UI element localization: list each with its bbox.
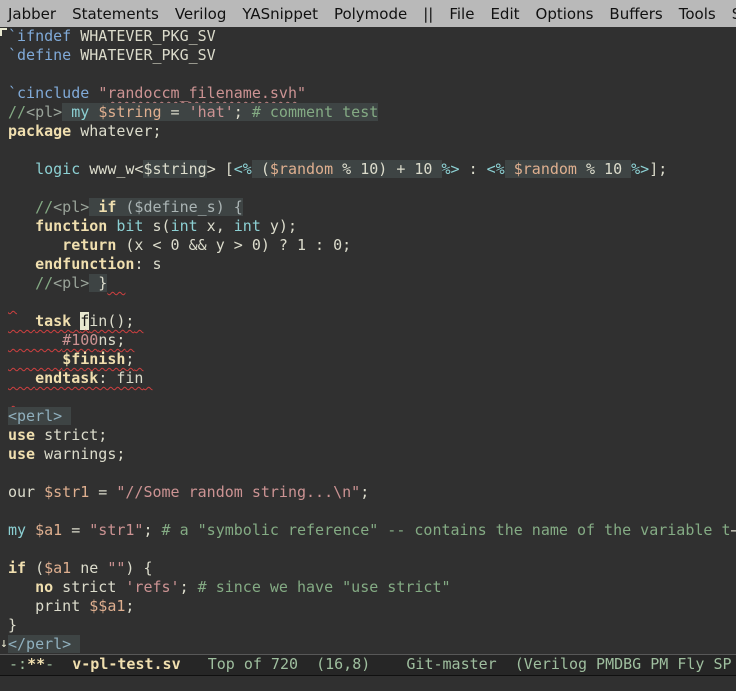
menu-bar: JabberStatementsVerilogYASnippetPolymode… [0,0,736,27]
code-line[interactable]: my $a1 = "str1"; # a "symbolic reference… [8,521,736,540]
code-line[interactable]: `define WHATEVER_PKG_SV [8,46,736,65]
echo-area[interactable]: (verilog-mode) type:host span:348-411 cl… [0,676,736,691]
mode-line-segment: - [45,655,72,673]
code-line[interactable]: return (x < 0 && y > 0) ? 1 : 0; [8,236,736,255]
code-line[interactable]: our $str1 = "//Some random string...\n"; [8,483,736,502]
code-line[interactable]: #100ns; [8,331,736,350]
code-line[interactable]: if ($a1 ne "") { [8,559,736,578]
code-line[interactable]: } [8,616,736,635]
code-line[interactable]: task fin(); [8,312,736,331]
code-line[interactable]: logic www_w<$string> [<% ($random % 10) … [8,160,736,179]
code-line[interactable] [8,65,736,84]
code-line[interactable]: //<pl> my $string = 'hat'; # comment tes… [8,103,736,122]
code-line[interactable] [8,293,736,312]
mode-line-segment: ** [27,655,45,673]
code-line[interactable] [8,540,736,559]
menu-item-options[interactable]: Options [528,5,602,23]
mode-line[interactable]: -:**- v-pl-test.sv Top of 720 (16,8) Git… [0,654,736,676]
code-line[interactable]: function bit s(int x, int y); [8,217,736,236]
code-line[interactable] [8,464,736,483]
code-line[interactable]: package whatever; [8,122,736,141]
code-line[interactable]: endfunction: s [8,255,736,274]
buffer-boundary-icon [0,28,7,36]
code-line[interactable] [8,179,736,198]
mode-line-segment: v-pl-test.sv [72,655,180,673]
menu-item-separator[interactable]: || [415,5,441,23]
code-line[interactable]: $finish; [8,350,736,369]
menu-item-jabber[interactable]: Jabber [0,5,64,23]
menu-item-edit[interactable]: Edit [482,5,527,23]
code-line[interactable]: use strict; [8,426,736,445]
code-area[interactable]: ↓ `ifndef WHATEVER_PKG_SV`define WHATEVE… [0,27,736,654]
code-line[interactable]: `ifndef WHATEVER_PKG_SV [8,27,736,46]
code-line[interactable] [8,388,736,407]
code-line[interactable] [8,502,736,521]
code-line[interactable]: `cinclude "randoccm_filename.svh" [8,84,736,103]
code-line[interactable] [8,141,736,160]
code-line[interactable]: //<pl> } [8,274,736,293]
menu-item-tools[interactable]: Tools [671,5,724,23]
text-cursor: f [80,312,89,330]
mode-line-segment: Top of 720 (16,8) Git-master (Verilog PM… [181,655,732,673]
menu-item-statements[interactable]: Statements [64,5,167,23]
code-line[interactable]: print $$a1; [8,597,736,616]
menu-item-verilog[interactable]: Verilog [167,5,235,23]
code-line[interactable]: </perl> [8,635,736,654]
code-line[interactable]: use warnings; [8,445,736,464]
menu-item-search[interactable]: Search [724,5,736,23]
menu-item-polymode[interactable]: Polymode [326,5,415,23]
mode-line-segment: -: [0,655,27,673]
menu-item-file[interactable]: File [441,5,482,23]
menu-item-yasnippet[interactable]: YASnippet [234,5,326,23]
code-line[interactable]: no strict 'refs'; # since we have "use s… [8,578,736,597]
continuation-down-icon: ↓ [0,637,8,650]
code-line[interactable]: <perl> [8,407,736,426]
code-line[interactable]: endtask: fin [8,369,736,388]
menu-item-buffers[interactable]: Buffers [601,5,670,23]
code-line[interactable]: //<pl> if ($define_s) { [8,198,736,217]
